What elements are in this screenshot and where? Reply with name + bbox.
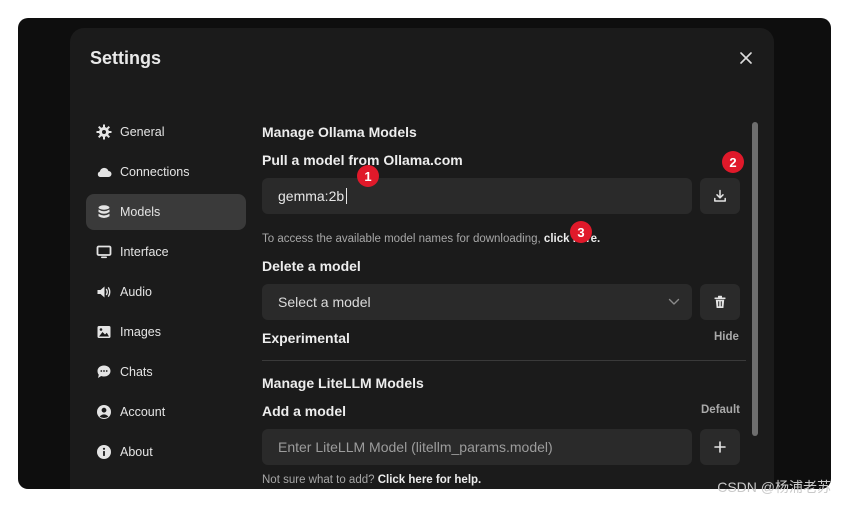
sidebar-item-connections[interactable]: Connections	[86, 154, 246, 190]
sidebar-item-account[interactable]: Account	[86, 394, 246, 430]
sidebar-item-general[interactable]: General	[86, 114, 246, 150]
delete-model-button[interactable]	[700, 284, 740, 320]
chevron-down-icon	[668, 298, 680, 305]
sidebar-item-models[interactable]: Models	[86, 194, 246, 230]
litellm-input-placeholder: Enter LiteLLM Model (litellm_params.mode…	[278, 439, 553, 455]
info-icon	[96, 444, 112, 460]
annotation-badge-1: 1	[357, 165, 379, 187]
ollama-heading: Manage Ollama Models	[262, 124, 417, 140]
watermark: CSDN @杨浦老苏	[717, 479, 831, 495]
sidebar-item-label: Connections	[120, 165, 190, 179]
sidebar-item-label: General	[120, 125, 165, 139]
text-caret	[346, 188, 348, 204]
default-toggle[interactable]: Default	[701, 404, 740, 416]
speaker-icon	[96, 284, 112, 300]
cloud-icon	[96, 164, 112, 180]
sidebar-item-interface[interactable]: Interface	[86, 234, 246, 270]
settings-modal: Settings General Connections Models Inte…	[70, 28, 774, 489]
settings-sidebar: General Connections Models Interface Aud…	[86, 114, 246, 474]
help-hint: Not sure what to add? Click here for hel…	[262, 474, 481, 486]
monitor-icon	[96, 244, 112, 260]
litellm-heading: Manage LiteLLM Models	[262, 375, 424, 391]
sidebar-item-label: About	[120, 445, 153, 459]
image-icon	[96, 324, 112, 340]
sidebar-item-label: Models	[120, 205, 161, 219]
annotation-badge-2: 2	[722, 151, 744, 173]
plus-icon	[714, 441, 726, 453]
chat-bubble-icon	[96, 364, 112, 380]
pull-model-input[interactable]: gemma:2b	[262, 178, 692, 214]
add-model-label: Add a model	[262, 403, 347, 419]
access-hint-text: To access the available model names for …	[262, 233, 541, 245]
sidebar-item-label: Audio	[120, 285, 152, 299]
help-link[interactable]: Click here for help.	[378, 474, 482, 486]
gear-icon	[96, 124, 112, 140]
add-model-button[interactable]	[700, 429, 740, 465]
sidebar-item-chats[interactable]: Chats	[86, 354, 246, 390]
litellm-model-input[interactable]: Enter LiteLLM Model (litellm_params.mode…	[262, 429, 692, 465]
modal-header: Settings	[70, 28, 774, 88]
content-scrollbar[interactable]	[752, 122, 758, 436]
trash-icon	[714, 295, 726, 308]
delete-model-label: Delete a model	[262, 258, 361, 274]
hide-toggle[interactable]: Hide	[714, 331, 739, 343]
experimental-label: Experimental	[262, 330, 350, 346]
select-model-placeholder: Select a model	[278, 294, 371, 310]
sidebar-item-label: Images	[120, 325, 161, 339]
app-frame: Settings General Connections Models Inte…	[18, 18, 831, 489]
modal-title: Settings	[90, 48, 162, 68]
sidebar-item-label: Chats	[120, 365, 153, 379]
sidebar-item-images[interactable]: Images	[86, 314, 246, 350]
annotation-badge-3: 3	[570, 221, 592, 243]
sidebar-item-about[interactable]: About	[86, 434, 246, 470]
section-divider	[262, 360, 746, 361]
close-icon	[740, 52, 752, 64]
sidebar-item-label: Interface	[120, 245, 169, 259]
sidebar-item-label: Account	[120, 405, 166, 419]
sidebar-item-audio[interactable]: Audio	[86, 274, 246, 310]
select-model-dropdown[interactable]: Select a model	[262, 284, 692, 320]
pull-model-value: gemma:2b	[278, 188, 345, 204]
help-hint-text: Not sure what to add?	[262, 474, 375, 486]
database-icon	[96, 204, 112, 220]
user-circle-icon	[96, 404, 112, 420]
download-icon	[714, 189, 726, 202]
access-hint: To access the available model names for …	[262, 233, 600, 245]
close-button[interactable]	[734, 46, 758, 70]
download-button[interactable]	[700, 178, 740, 214]
